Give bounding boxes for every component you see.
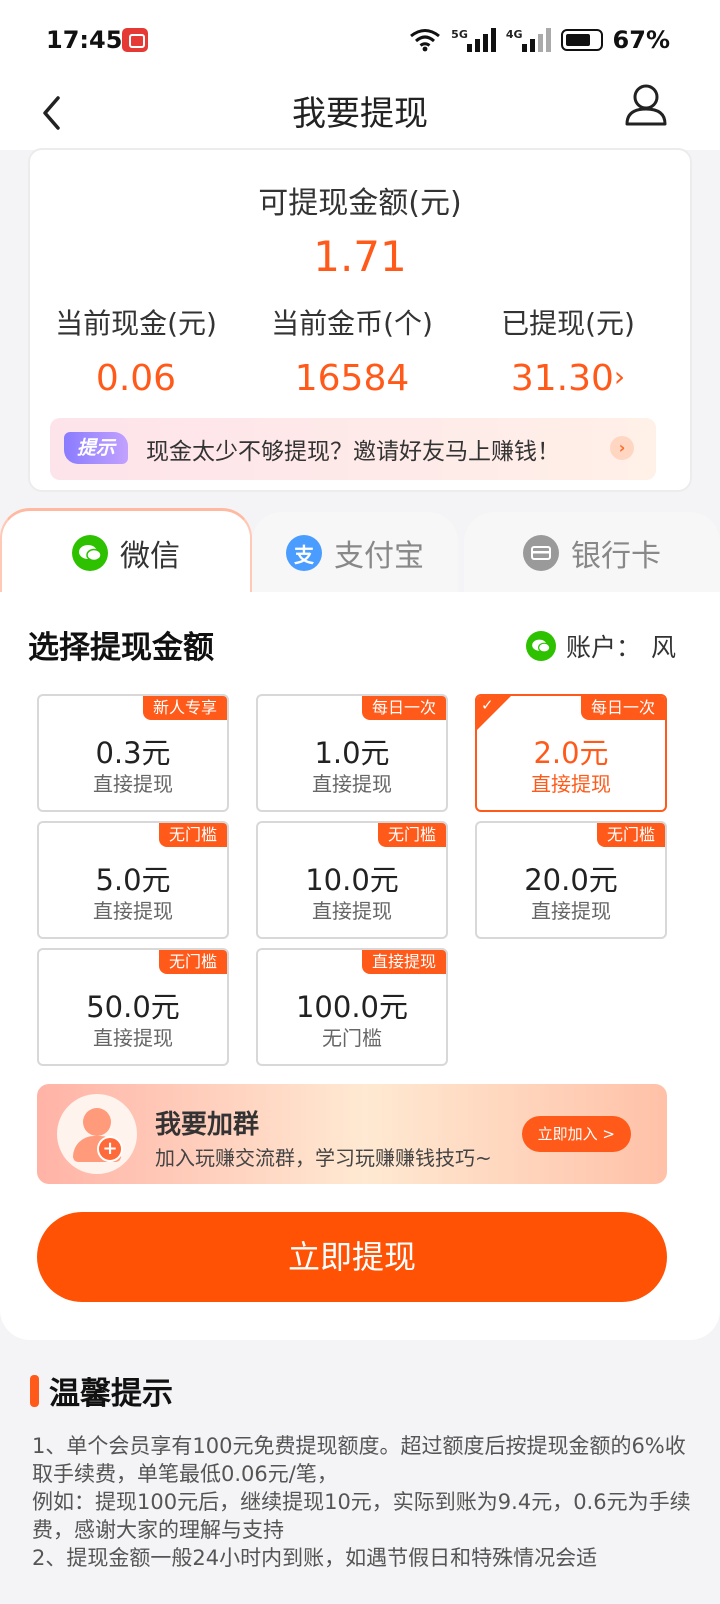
option-subtitle: 直接提现	[531, 899, 611, 923]
option-badge: 每日一次	[361, 696, 446, 720]
option-amount: 5.0元	[95, 863, 171, 897]
withdraw-now-button[interactable]: 立即提现	[37, 1212, 667, 1302]
group-avatar-icon: +	[57, 1094, 137, 1174]
tab-bank-card-label: 银行卡	[571, 539, 661, 574]
tab-bank-card[interactable]: 银行卡	[464, 512, 720, 594]
group-title: 我要加群	[155, 1110, 260, 1140]
amount-option-50.0[interactable]: 无门槛 50.0元 直接提现	[37, 948, 229, 1066]
option-amount: 20.0元	[524, 863, 618, 897]
tab-alipay[interactable]: 支 支付宝	[252, 512, 458, 594]
withdrawn-stat[interactable]: 已提现(元) 31.30›	[458, 302, 678, 399]
option-subtitle: 直接提现	[312, 772, 392, 796]
payment-method-tabs: 微信 支 支付宝 银行卡	[0, 508, 720, 594]
current-coins-stat: 当前金币(个) 16584	[242, 302, 462, 399]
alipay-icon: 支	[286, 535, 322, 571]
current-cash-value: 0.06	[95, 358, 177, 399]
customer-service-icon[interactable]	[624, 82, 668, 128]
section-title: 选择提现金额	[28, 630, 214, 666]
tips-body: 1、单个会员享有100元免费提现额度。超过额度后按提现金额的6%收取手续费，单笔…	[32, 1432, 696, 1572]
option-amount: 1.0元	[314, 736, 390, 770]
nav-bar: 我要提现	[0, 80, 720, 150]
option-badge: 无门槛	[377, 823, 446, 847]
balance-card: 可提现金额(元) 1.71 当前现金(元) 0.06 当前金币(个) 16584…	[28, 148, 692, 492]
bank-card-icon	[523, 535, 559, 571]
join-group-banner[interactable]: + 我要加群 加入玩赚交流群，学习玩赚赚钱技巧~ 立即加入 >	[37, 1084, 667, 1184]
option-badge: 无门槛	[596, 823, 665, 847]
option-subtitle: 直接提现	[93, 1026, 173, 1050]
withdrawable-label: 可提现金额(元)	[258, 186, 462, 221]
signal-5g-icon: 5G	[451, 28, 496, 52]
tips-accent-bar	[30, 1374, 39, 1407]
tab-wechat-label: 微信	[120, 538, 180, 574]
withdrawn-label: 已提现(元)	[501, 307, 635, 340]
current-cash-stat: 当前现金(元) 0.06	[26, 302, 246, 399]
tip-text: 现金太少不够提现？邀请好友马上赚钱！	[146, 439, 560, 465]
battery-icon	[560, 29, 603, 51]
amount-option-2.0[interactable]: ✓ 每日一次 2.0元 直接提现	[475, 694, 667, 812]
option-badge: 新人专享	[142, 696, 227, 720]
status-icons: 5G 4G 67%	[409, 26, 670, 54]
option-subtitle: 直接提现	[312, 899, 392, 923]
withdrawn-value[interactable]: 31.30›	[458, 358, 678, 399]
amount-option-100.0[interactable]: 直接提现 100.0元 无门槛	[256, 948, 448, 1066]
option-badge: 无门槛	[158, 950, 227, 974]
withdrawable-amount: 1.71	[313, 232, 407, 281]
chevron-right-icon: ›	[610, 436, 634, 460]
amount-option-0.3[interactable]: 新人专享 0.3元 直接提现	[37, 694, 229, 812]
account-label: 账户：	[565, 633, 641, 662]
wifi-icon	[410, 29, 441, 52]
wechat-icon	[72, 534, 108, 571]
current-coins-label: 当前金币(个)	[271, 307, 433, 340]
option-subtitle: 直接提现	[531, 772, 611, 796]
group-subtitle: 加入玩赚交流群，学习玩赚赚钱技巧~	[155, 1146, 492, 1170]
option-badge: 直接提现	[361, 950, 446, 974]
option-badge: 每日一次	[580, 696, 665, 720]
option-amount: 0.3元	[95, 736, 171, 770]
amount-option-10.0[interactable]: 无门槛 10.0元 直接提现	[256, 821, 448, 939]
tips-heading: 温馨提示	[30, 1368, 173, 1413]
checkmark-icon: ✓	[481, 696, 494, 714]
tip-badge: 提示	[64, 432, 128, 464]
amount-option-5.0[interactable]: 无门槛 5.0元 直接提现	[37, 821, 229, 939]
option-badge: 无门槛	[158, 823, 227, 847]
page-title: 我要提现	[292, 94, 428, 134]
status-time: 17:45	[46, 26, 123, 54]
chevron-right-icon: ›	[613, 360, 626, 393]
withdrawn-amount: 31.30	[510, 358, 614, 399]
tab-wechat[interactable]: 微信	[0, 508, 252, 594]
plus-icon: +	[97, 1136, 123, 1162]
notification-app-icon	[122, 28, 148, 52]
option-amount: 100.0元	[295, 990, 409, 1024]
network-4g-label: 4G	[505, 28, 523, 41]
option-amount: 50.0元	[86, 990, 180, 1024]
tips-title: 温馨提示	[49, 1376, 173, 1412]
wechat-icon	[525, 631, 556, 661]
invite-tip-bar[interactable]: 提示 现金太少不够提现？邀请好友马上赚钱！ ›	[50, 418, 656, 480]
join-now-button[interactable]: 立即加入 >	[521, 1116, 631, 1152]
tips-line: 例如：提现100元后，继续提现10元，实际到账为9.4元，0.6元为手续费，感谢…	[32, 1490, 691, 1542]
signal-4g-icon: 4G	[506, 28, 551, 52]
amount-option-20.0[interactable]: 无门槛 20.0元 直接提现	[475, 821, 667, 939]
withdraw-panel: 选择提现金额 账户： 风 新人专享 0.3元 直接提现 每日一次 1.0元 直接…	[0, 592, 720, 1340]
option-subtitle: 直接提现	[93, 772, 173, 796]
tips-line: 2、提现金额一般24小时内到账，如遇节假日和特殊情况会适	[32, 1546, 598, 1570]
option-amount: 2.0元	[533, 736, 609, 770]
status-bar: 17:45 5G 4G 67%	[0, 0, 720, 80]
tips-line: 1、单个会员享有100元免费提现额度。超过额度后按提现金额的6%收取手续费，单笔…	[32, 1434, 686, 1486]
amount-option-1.0[interactable]: 每日一次 1.0元 直接提现	[256, 694, 448, 812]
account-info: 账户： 风	[525, 628, 676, 664]
option-subtitle: 直接提现	[93, 899, 173, 923]
current-cash-label: 当前现金(元)	[55, 307, 217, 340]
current-coins-value: 16584	[294, 358, 410, 399]
battery-percent: 67%	[612, 26, 670, 54]
option-amount: 10.0元	[305, 863, 399, 897]
network-5g-label: 5G	[451, 28, 468, 41]
option-subtitle: 无门槛	[322, 1026, 382, 1050]
tab-alipay-label: 支付宝	[334, 539, 424, 574]
account-name: 风	[650, 633, 676, 662]
